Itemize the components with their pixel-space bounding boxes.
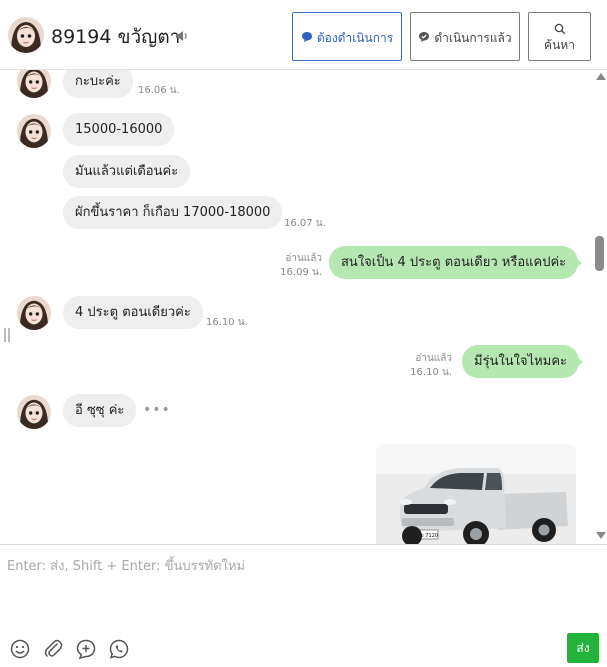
speaker-icon[interactable] bbox=[174, 28, 190, 44]
scrollbar-thumb[interactable] bbox=[595, 236, 604, 271]
scroll-down-arrow-icon[interactable] bbox=[596, 532, 606, 539]
chat-bubble-icon bbox=[301, 32, 312, 42]
todo-button[interactable]: ต้องดำเนินการ bbox=[292, 12, 402, 61]
message-time: 16.10 น. bbox=[410, 367, 452, 378]
chat-header: 89194 ขวัญตา ต้องดำเนินการ ดำเนินการแล้ว… bbox=[0, 0, 607, 70]
message-bubble[interactable]: อี ซุซุ ค่ะ bbox=[63, 394, 137, 427]
message-bubble[interactable]: 4 ประตู ตอนเดียวค่ะ bbox=[63, 296, 203, 329]
message-bubble[interactable]: มีรุ่นในใจไหมคะ bbox=[462, 345, 583, 378]
message-bubble[interactable]: มันแล้วแต่เดือนค่ะ bbox=[63, 155, 191, 188]
message-input[interactable] bbox=[0, 545, 600, 625]
contact-avatar bbox=[17, 296, 51, 330]
message-time: 16.07 น. bbox=[284, 218, 326, 229]
search-button[interactable]: ค้นหา bbox=[528, 12, 591, 61]
search-button-label: ค้นหา bbox=[544, 37, 575, 52]
todo-button-label: ต้องดำเนินการ bbox=[316, 31, 394, 45]
message-bubble[interactable]: 15000-16000 bbox=[63, 113, 175, 146]
check-bubble-icon bbox=[419, 32, 430, 42]
message-time: 16.09 น. bbox=[280, 267, 322, 278]
done-button-label: ดำเนินการแล้ว bbox=[434, 31, 512, 45]
contact-avatar bbox=[17, 70, 51, 98]
read-receipt: อ่านแล้ว bbox=[415, 353, 452, 364]
message-bubble[interactable]: สนใจเป็น 4 ประตู ตอนเดียว หรือแคปค่ะ bbox=[329, 246, 583, 279]
resize-handle[interactable] bbox=[4, 328, 10, 342]
contact-avatar bbox=[17, 395, 51, 429]
attachment-icon[interactable] bbox=[42, 638, 64, 660]
more-options-icon[interactable]: ••• bbox=[143, 402, 171, 418]
message-list[interactable]: กะบะค่ะ 16.06 น. 15000-16000 มันแล้วแต่เ… bbox=[0, 70, 607, 544]
truck-image-message[interactable]: ฌข 7120 bbox=[376, 444, 576, 544]
message-bubble[interactable]: กะบะค่ะ bbox=[63, 70, 133, 98]
send-button[interactable]: ส่ง bbox=[567, 633, 599, 663]
emoji-icon[interactable] bbox=[9, 638, 31, 660]
message-composer: ส่ง bbox=[0, 544, 607, 667]
done-button[interactable]: ดำเนินการแล้ว bbox=[410, 12, 520, 61]
whatsapp-icon[interactable] bbox=[108, 638, 130, 660]
scroll-up-arrow-icon[interactable] bbox=[596, 73, 606, 80]
search-icon bbox=[554, 23, 565, 34]
contact-name: 89194 ขวัญตา bbox=[51, 26, 181, 48]
contact-avatar bbox=[17, 114, 51, 148]
message-bubble[interactable]: ผักขึ้นราคา ก็เกือบ 17000-18000 bbox=[63, 196, 283, 229]
scrollbar-track[interactable] bbox=[593, 72, 607, 542]
contact-avatar[interactable] bbox=[8, 17, 44, 53]
message-time: 16.10 น. bbox=[206, 317, 248, 328]
message-time: 16.06 น. bbox=[138, 85, 180, 96]
read-receipt: อ่านแล้ว bbox=[285, 253, 322, 264]
add-icon[interactable] bbox=[75, 638, 97, 660]
